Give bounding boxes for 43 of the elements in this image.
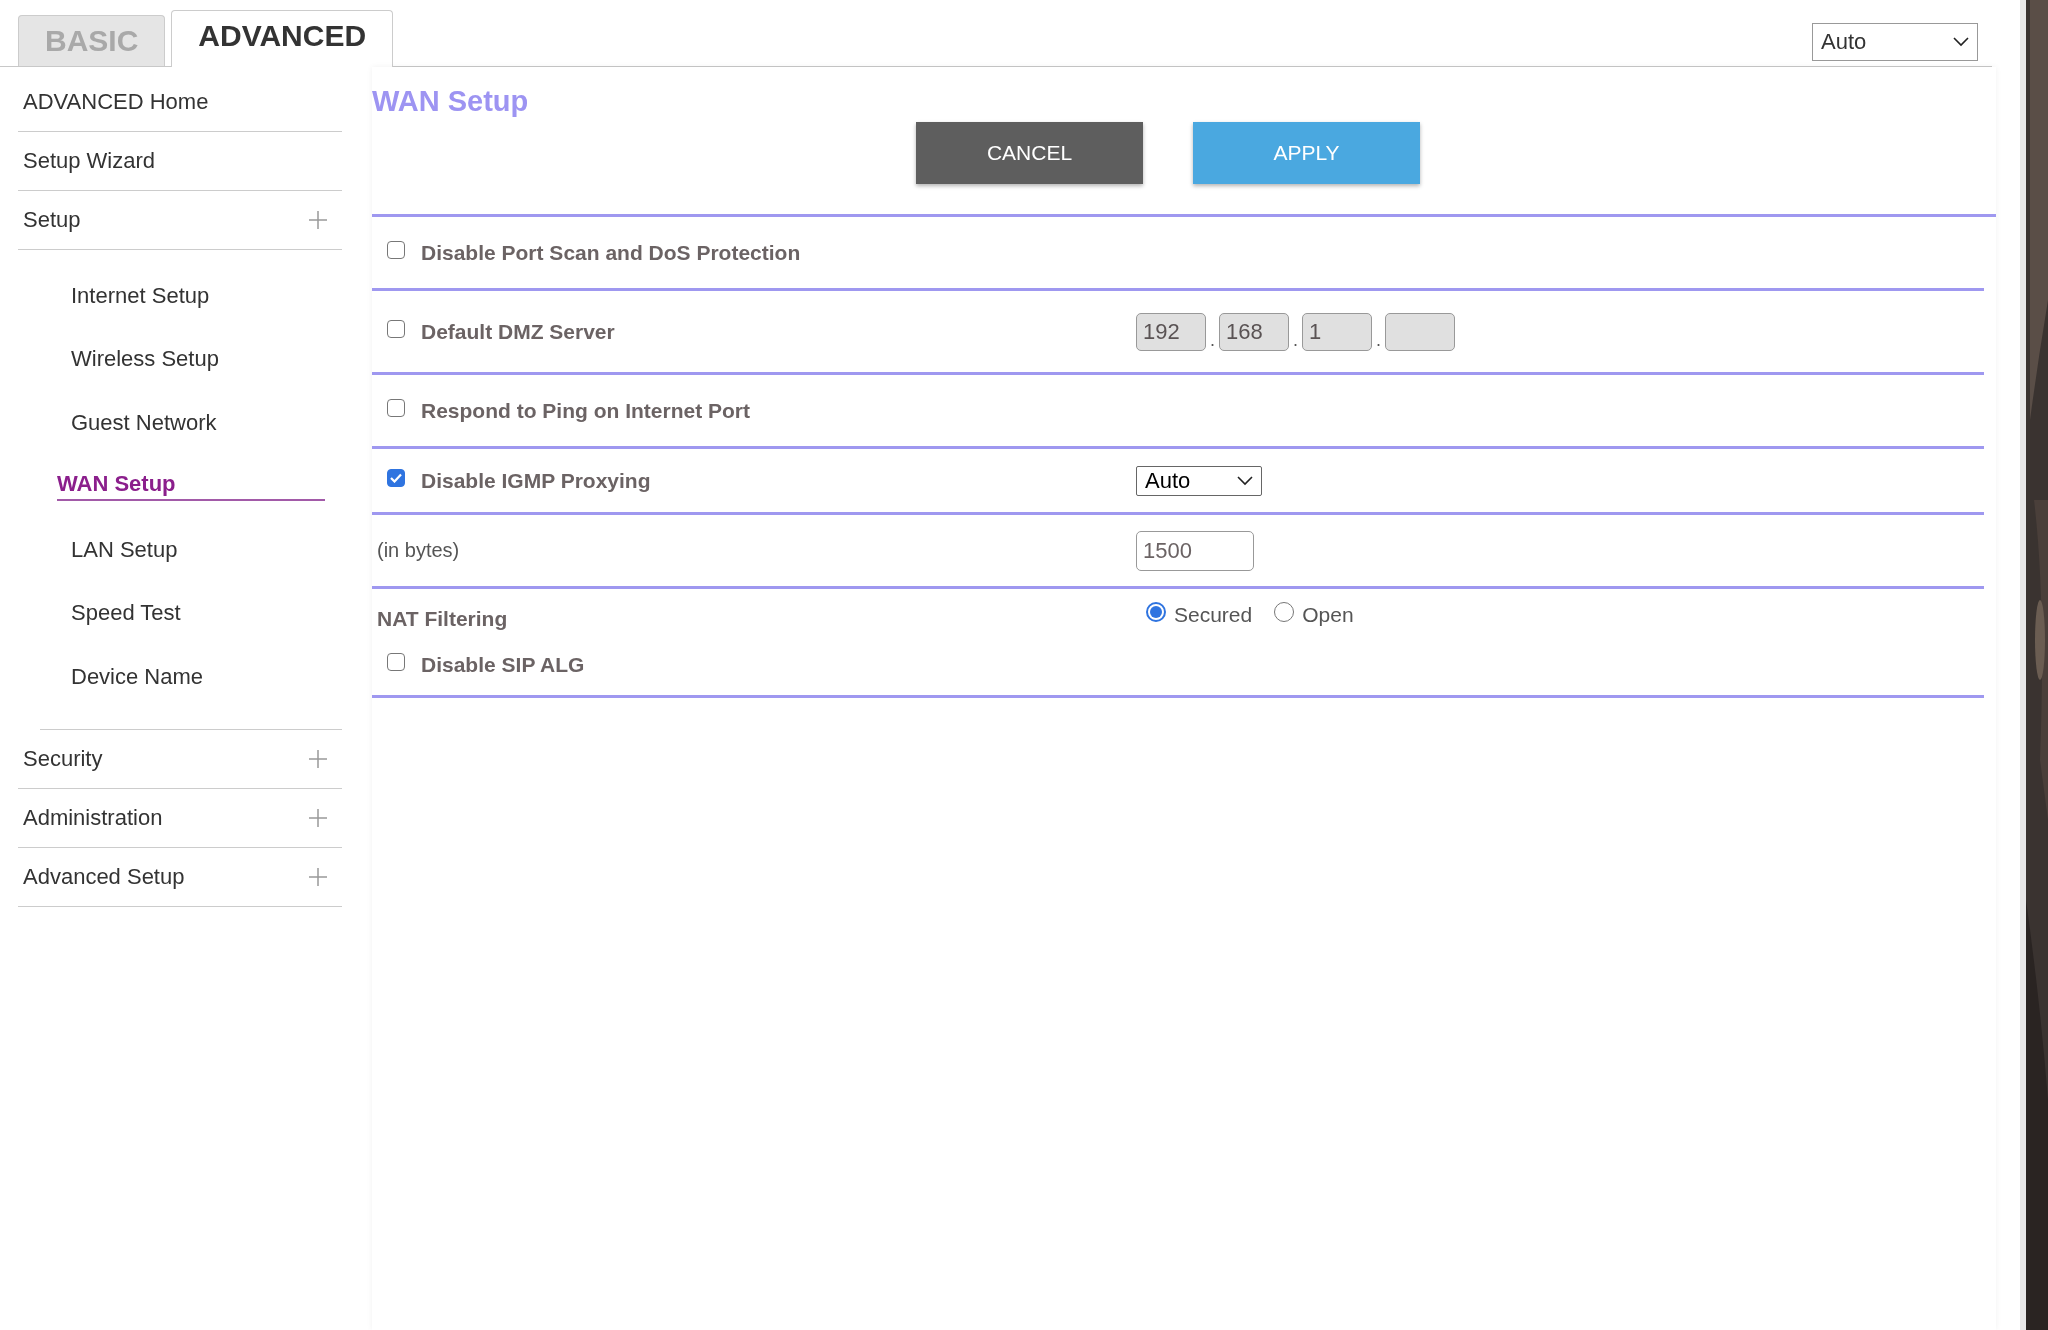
submenu-item[interactable]: LAN Setup bbox=[71, 536, 178, 563]
option-label: Disable IGMP Proxying bbox=[421, 468, 651, 493]
option-label: Default DMZ Server bbox=[421, 319, 615, 344]
plus-icon bbox=[308, 807, 328, 828]
checkbox[interactable] bbox=[387, 319, 405, 338]
menu-item[interactable]: Advanced Setup bbox=[18, 847, 342, 907]
page-title: WAN Setup bbox=[372, 85, 530, 118]
cancel-button[interactable]: CANCEL bbox=[916, 122, 1143, 184]
checkbox[interactable] bbox=[387, 653, 405, 671]
menu-item[interactable]: Security bbox=[18, 729, 342, 789]
option-label: Disable SIP ALG bbox=[421, 653, 585, 677]
caret-icon bbox=[1953, 37, 1969, 47]
radio-label: Secured bbox=[1174, 603, 1253, 627]
language-dropdown[interactable]: Auto bbox=[1812, 23, 1978, 61]
menu-item[interactable]: Administration bbox=[18, 788, 342, 848]
menu-item[interactable]: ADVANCED Home bbox=[18, 73, 342, 132]
submenu-item[interactable]: Guest Network bbox=[71, 409, 217, 436]
radio-label: Open bbox=[1302, 603, 1354, 627]
submenu-item[interactable]: Speed Test bbox=[71, 600, 181, 627]
submenu-item[interactable]: Internet Setup bbox=[71, 282, 210, 309]
checkbox[interactable] bbox=[387, 240, 405, 259]
submenu-item[interactable]: Wireless Setup bbox=[71, 346, 219, 373]
plus-icon bbox=[308, 866, 328, 887]
option-label: Respond to Ping on Internet Port bbox=[421, 398, 750, 423]
submenu-item[interactable]: Device Name bbox=[71, 663, 204, 690]
input-field[interactable]: 1500 bbox=[1136, 530, 1254, 571]
caret-icon bbox=[1237, 475, 1253, 486]
separator-dot: . bbox=[1376, 329, 1382, 351]
dropdown[interactable]: Auto bbox=[1136, 465, 1262, 496]
checkbox[interactable] bbox=[387, 398, 405, 417]
radio-button[interactable] bbox=[1146, 602, 1166, 622]
plus-icon bbox=[308, 748, 328, 769]
checkbox[interactable] bbox=[387, 468, 405, 487]
submenu-item[interactable]: WAN Setup bbox=[57, 471, 325, 502]
separator-dot: . bbox=[1210, 329, 1215, 351]
section-label: NAT Filtering bbox=[377, 607, 509, 631]
menu-item[interactable]: Setup bbox=[18, 191, 342, 250]
menu-item[interactable]: Setup Wizard bbox=[18, 132, 342, 191]
tab[interactable]: ADVANCED bbox=[171, 10, 394, 67]
option-label: Disable Port Scan and DoS Protection bbox=[421, 240, 801, 265]
field-label: (in bytes) bbox=[377, 539, 461, 562]
plus-icon bbox=[308, 210, 328, 230]
separator-dot: . bbox=[1293, 329, 1299, 351]
